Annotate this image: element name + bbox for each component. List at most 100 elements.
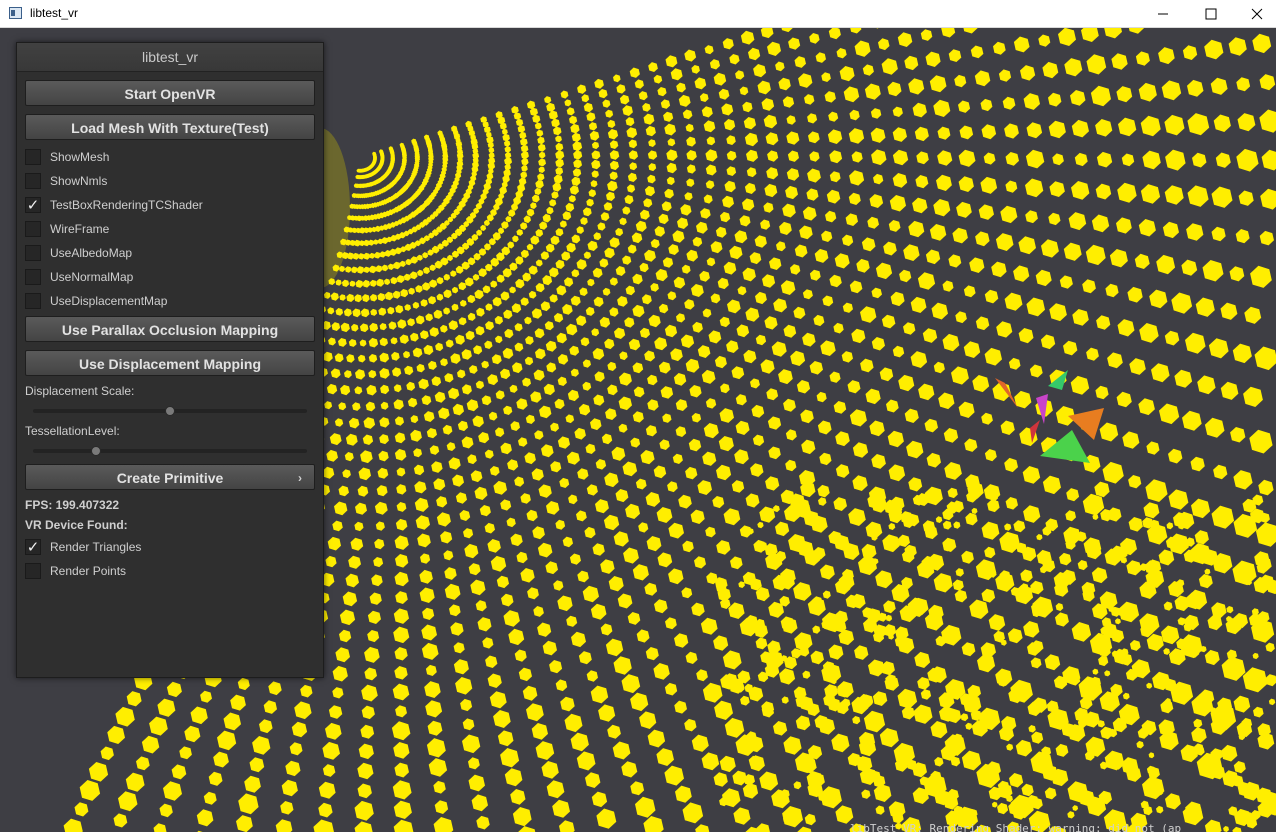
point-cloud-cube [546,102,556,112]
point-cloud-cube [1111,53,1128,70]
point-cloud-cube [485,303,493,311]
point-cloud-cube [357,783,372,799]
point-cloud-cube [410,415,419,424]
point-cloud-cube [759,506,776,523]
checkbox-box[interactable] [25,149,41,165]
point-cloud-cube [906,440,924,459]
checkbox-box[interactable]: ✓ [25,539,41,555]
point-cloud-cube [624,317,635,328]
point-cloud-cube [632,304,645,318]
checkbox-box[interactable] [25,221,41,237]
point-cloud-cube [910,296,927,313]
point-cloud-cube [918,383,935,401]
point-cloud-cube [377,467,389,479]
point-cloud-cube [1090,85,1111,107]
point-cloud-cube [486,214,494,222]
close-button[interactable] [1234,0,1276,28]
checkbox-box[interactable] [25,563,41,579]
create-primitive-button[interactable]: Create Primitive › [25,464,315,490]
window-title-bar[interactable]: libtest_vr [0,0,1276,28]
point-cloud-cube [500,499,512,511]
checkbox-box[interactable]: ✓ [25,197,41,213]
point-cloud-cube [447,254,453,262]
point-cloud-cube [714,355,727,369]
point-cloud-cube [882,534,900,553]
point-cloud-cube [778,369,793,385]
point-cloud-cube [585,306,595,316]
point-cloud-cube [392,780,412,800]
checkbox-box[interactable] [25,173,41,189]
point-cloud-cube [828,111,839,122]
point-cloud-cube [892,106,903,117]
point-cloud-cube [1092,513,1099,520]
point-cloud-cube [223,712,241,731]
point-cloud-cube [1116,217,1132,234]
point-cloud-cube [632,411,644,423]
point-cloud-cube [612,741,631,760]
point-cloud-cube [367,630,380,643]
point-cloud-cube [983,152,996,165]
checkbox-box[interactable] [25,269,41,285]
point-cloud-cube [530,235,540,245]
tessellation-level-slider[interactable] [33,446,307,456]
point-cloud-cube [476,815,490,830]
load-mesh-button[interactable]: Load Mesh With Texture(Test) [25,114,315,140]
point-cloud-cube [566,615,578,627]
point-cloud-cube [648,314,661,328]
point-cloud-cube [393,626,410,644]
point-cloud-cube [733,807,751,825]
point-cloud-cube [615,228,624,237]
point-cloud-cube [619,94,630,105]
checkbox-box[interactable] [25,293,41,309]
displacement-mapping-button[interactable]: Use Displacement Mapping [25,350,315,376]
point-cloud-cube [500,748,520,768]
point-cloud-cube [769,257,782,270]
point-cloud-cube [860,358,874,373]
panel-title[interactable]: libtest_vr [17,43,323,72]
point-cloud-cube [843,86,860,103]
point-cloud-cube [833,401,847,414]
parallax-occlusion-button[interactable]: Use Parallax Occlusion Mapping [25,316,315,342]
point-cloud-cube [924,418,938,433]
point-cloud-cube [113,813,128,828]
point-cloud-cube [672,230,685,243]
point-cloud-cube [573,159,582,169]
point-cloud-cube [697,480,712,495]
maximize-button[interactable] [1188,0,1234,28]
point-cloud-cube [100,746,114,761]
slider-knob[interactable] [165,406,175,416]
point-cloud-cube [740,30,755,45]
point-cloud-cube [745,493,760,508]
checkbox-box[interactable] [25,245,41,261]
point-cloud-cube [431,376,442,387]
point-cloud-cube [701,752,720,771]
slider-knob[interactable] [91,446,102,456]
point-cloud-cube [807,168,821,183]
point-cloud-cube [889,195,906,212]
point-cloud-cube [831,733,850,753]
start-openvr-button[interactable]: Start OpenVR [25,80,315,106]
point-cloud-cube [523,215,531,224]
point-cloud-cube [1187,113,1210,136]
minimize-button[interactable] [1140,0,1186,28]
point-cloud-cube [412,301,420,309]
point-cloud-cube [622,461,638,477]
point-cloud-cube [981,521,1000,540]
point-cloud-cube [682,802,704,824]
point-cloud-cube [647,399,659,411]
point-cloud-cube [662,257,674,268]
point-cloud-cube [510,533,523,547]
point-cloud-cube [607,724,621,739]
point-cloud-cube [63,818,83,832]
point-cloud-cube [370,308,378,316]
point-cloud-cube [369,322,379,332]
point-cloud-cube [557,436,570,449]
point-cloud-cube [531,468,544,481]
point-cloud-cube [626,127,638,139]
point-cloud-cube [845,213,858,226]
point-cloud-cube [647,374,658,386]
displacement-scale-slider[interactable] [33,406,307,416]
point-cloud-cube [888,220,901,232]
point-cloud-cube [926,452,941,468]
point-cloud-cube [136,756,150,771]
